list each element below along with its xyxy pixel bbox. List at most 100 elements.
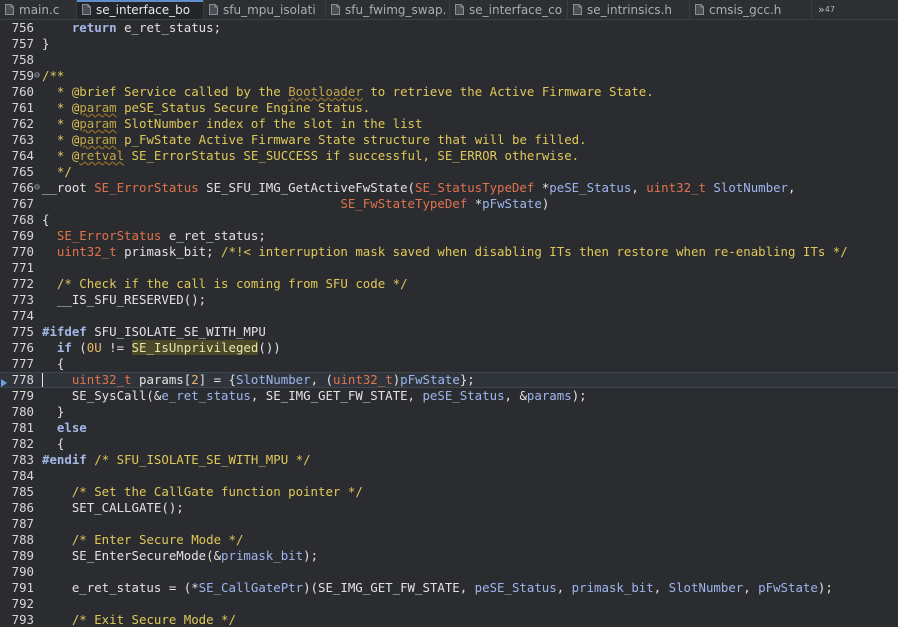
tab-overflow-count: 47 <box>824 5 835 14</box>
tab-cmsis-gcc-h[interactable]: cmsis_gcc.h <box>690 0 812 19</box>
code-line[interactable]: 772 /* Check if the call is coming from … <box>0 276 898 292</box>
current-code-line[interactable]: 778 uint32_t params[2] = {SlotNumber, (u… <box>0 372 898 388</box>
code-line[interactable]: 774 <box>0 308 898 324</box>
code-line[interactable]: 769 SE_ErrorStatus e_ret_status; <box>0 228 898 244</box>
code-token: __root <box>42 180 95 195</box>
line-number: 782 <box>11 436 34 451</box>
code-line[interactable]: 792 <box>0 596 898 612</box>
code-line[interactable]: 776 if (0U != SE_IsUnprivileged()) <box>0 340 898 356</box>
line-number: 773 <box>11 292 34 307</box>
code-line[interactable]: 757} <box>0 36 898 52</box>
code-token: return <box>71 20 117 35</box>
code-token: SlotNumber <box>713 180 789 195</box>
code-line[interactable]: 775 #ifdef SFU_ISOLATE_SE_WITH_MPU <box>0 324 898 340</box>
code-editor[interactable]: 756 return e_ret_status; 757} 758 759 ⊖/** 76… <box>0 20 898 627</box>
code-line[interactable]: 760 * @brief Service called by the Bootl… <box>0 84 898 100</box>
code-token: /** <box>42 68 65 83</box>
code-line[interactable]: 783 #endif /* SFU_ISOLATE_SE_WITH_MPU */ <box>0 452 898 468</box>
code-line[interactable]: 784 <box>0 468 898 484</box>
code-line[interactable]: 756 return e_ret_status; <box>0 20 898 36</box>
code-token: /* Exit Secure Mode */ <box>71 612 236 627</box>
code-line[interactable]: 767 SE_FwStateTypeDef *pFwState) <box>0 196 898 212</box>
code-line[interactable]: 771 <box>0 260 898 276</box>
code-line[interactable]: 789 SE_EnterSecureMode(&primask_bit); <box>0 548 898 564</box>
code-token: pFwState <box>758 580 818 595</box>
code-token: } <box>42 404 65 419</box>
code-line[interactable]: 780 } <box>0 404 898 420</box>
code-text: #endif /* SFU_ISOLATE_SE_WITH_MPU */ <box>42 452 311 468</box>
code-line[interactable]: 793 /* Exit Secure Mode */ <box>0 612 898 627</box>
code-line[interactable]: 758 <box>0 52 898 68</box>
code-token: SlotNumber index of the slot in the list <box>116 116 423 131</box>
code-line[interactable]: 782 { <box>0 436 898 452</box>
line-number: 760 <box>11 84 34 99</box>
code-line[interactable]: 787 <box>0 516 898 532</box>
fold-toggle-icon[interactable]: ⊖ <box>34 68 42 84</box>
code-text: SE_ErrorStatus e_ret_status; <box>42 228 266 244</box>
code-text: uint32_t primask_bit; /*!< interruption … <box>42 244 848 260</box>
line-number: 783 <box>11 452 34 467</box>
line-number: 771 <box>11 260 34 275</box>
code-token: , <box>653 580 669 595</box>
code-token: param <box>79 100 117 115</box>
code-line[interactable]: 764 * @retval SE_ErrorStatus SE_SUCCESS … <box>0 148 898 164</box>
line-number: 790 <box>11 564 34 579</box>
code-text: uint32_t params[2] = {SlotNumber, (uint3… <box>42 373 475 387</box>
code-token: SE_ErrorStatus <box>94 180 199 195</box>
code-token: p_FwState Active Firmware State structur… <box>116 132 587 147</box>
tab-se-intrinsics-h[interactable]: se_intrinsics.h <box>568 0 690 19</box>
code-line[interactable]: 785 /* Set the CallGate function pointer… <box>0 484 898 500</box>
code-token: SlotNumber <box>236 372 311 387</box>
code-line[interactable]: 786 SET_CALLGATE(); <box>0 500 898 516</box>
line-number: 791 <box>11 580 34 595</box>
code-text: } <box>42 36 49 52</box>
code-text: /* Exit Secure Mode */ <box>42 612 236 627</box>
line-number: 765 <box>11 164 34 179</box>
code-line[interactable]: 759 ⊖/** <box>0 68 898 84</box>
code-line[interactable]: 773 __IS_SFU_RESERVED(); <box>0 292 898 308</box>
line-number: 776 <box>11 340 34 355</box>
debug-pointer-icon[interactable] <box>1 376 7 387</box>
code-text: * @param SlotNumber index of the slot in… <box>42 116 423 132</box>
line-number: 775 <box>11 324 34 339</box>
line-number: 781 <box>11 420 34 435</box>
code-line[interactable]: 770 uint32_t primask_bit; /*!< interrupt… <box>0 244 898 260</box>
line-number: 788 <box>11 532 34 547</box>
code-line[interactable]: 761 * @param peSE_Status Secure Engine S… <box>0 100 898 116</box>
code-line[interactable]: 777 { <box>0 356 898 372</box>
tab-overflow-button[interactable]: » 47 <box>812 0 835 19</box>
editor-tab-bar: main.c se_interface_bo sfu_mpu_isolati sfu_… <box>0 0 898 20</box>
tab-sfu-fwimg-swap[interactable]: sfu_fwimg_swap. <box>326 0 450 19</box>
tab-sfu-mpu-isolati[interactable]: sfu_mpu_isolati <box>204 0 326 19</box>
line-number: 780 <box>11 404 34 419</box>
code-text: */ <box>42 164 72 180</box>
code-text: /* Set the CallGate function pointer */ <box>42 484 363 500</box>
code-token: { <box>42 436 65 451</box>
code-line[interactable]: 788 /* Enter Secure Mode */ <box>0 532 898 548</box>
code-text: SE_FwStateTypeDef *pFwState) <box>42 196 549 212</box>
code-token: , SE_IMG_GET_FW_STATE, <box>250 388 423 403</box>
tab-main-c[interactable]: main.c <box>0 0 77 19</box>
code-line[interactable]: 781 else <box>0 420 898 436</box>
c-file-icon <box>209 4 218 15</box>
line-number: 769 <box>11 228 34 243</box>
line-number: 759 <box>11 68 34 83</box>
code-text: { <box>42 356 64 372</box>
code-line[interactable]: 779 SE_SysCall(&e_ret_status, SE_IMG_GET… <box>0 388 898 404</box>
code-line[interactable]: 790 <box>0 564 898 580</box>
code-line[interactable]: 763 * @param p_FwState Active Firmware S… <box>0 132 898 148</box>
code-line[interactable]: 791 e_ret_status = (*SE_CallGatePtr)(SE_… <box>0 580 898 596</box>
tab-se-interface-co[interactable]: se_interface_co <box>450 0 568 19</box>
code-token: , <box>631 180 647 195</box>
tab-se-interface-bo[interactable]: se_interface_bo <box>77 0 204 19</box>
tab-label: se_interface_bo <box>96 2 191 17</box>
fold-toggle-icon[interactable]: ⊖ <box>34 180 42 196</box>
code-line[interactable]: 766 ⊖ __root SE_ErrorStatus SE_SFU_IMG_Get… <box>0 180 898 196</box>
code-token: * <box>534 180 550 195</box>
code-line[interactable]: 765 */ <box>0 164 898 180</box>
code-line[interactable]: 768 { <box>0 212 898 228</box>
code-line[interactable]: 762 * @param SlotNumber index of the slo… <box>0 116 898 132</box>
